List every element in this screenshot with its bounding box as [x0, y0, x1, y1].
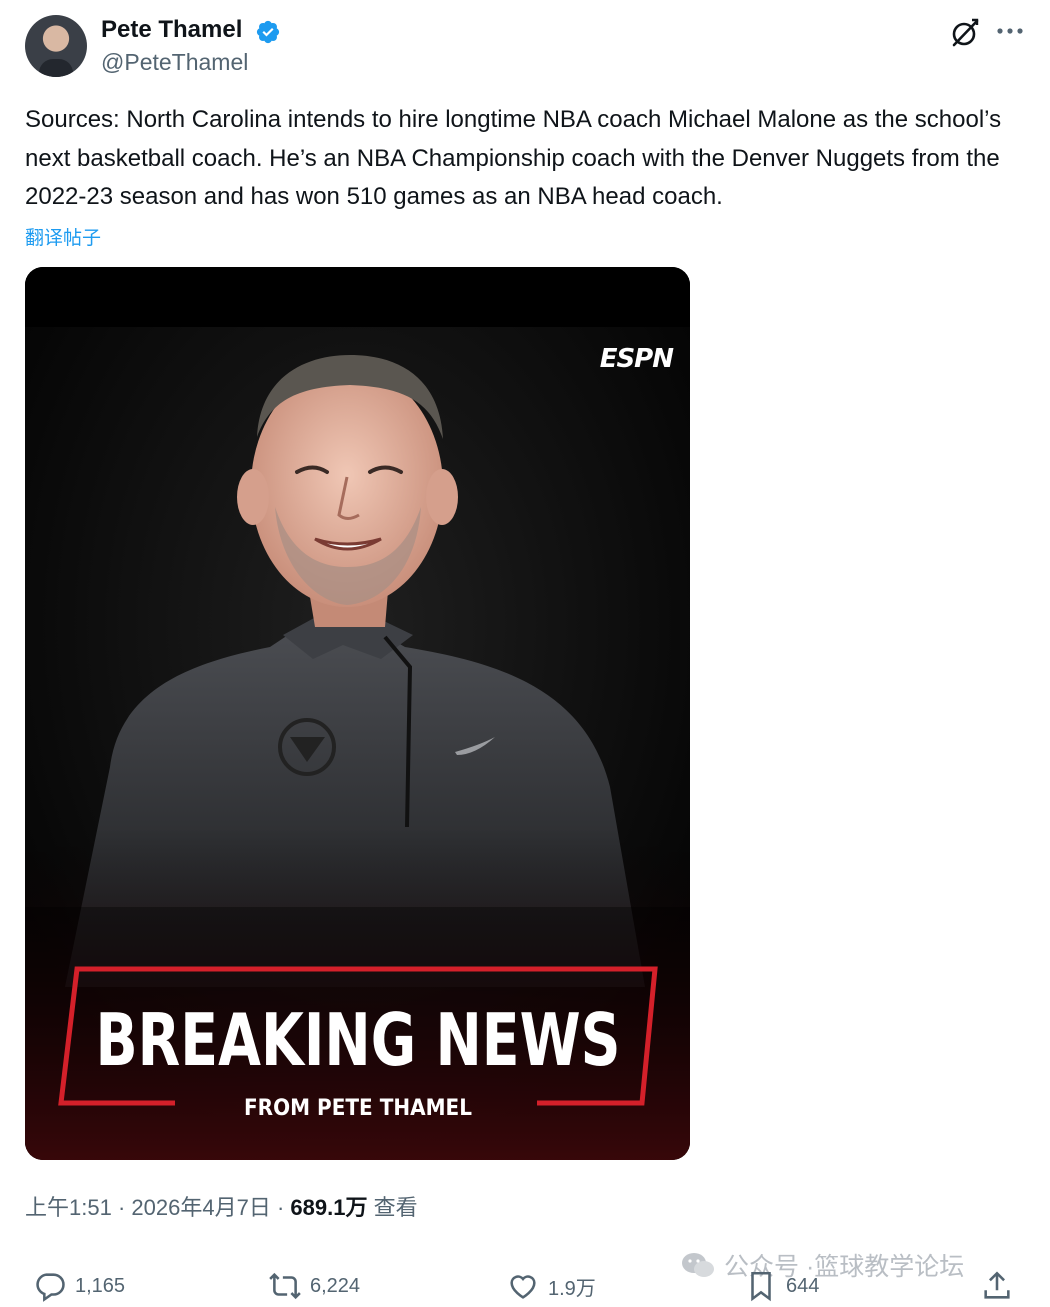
- reply-icon: [36, 1273, 65, 1302]
- reply-count: 1,165: [75, 1274, 126, 1297]
- post-text: Sources: North Carolina intends to hire …: [25, 106, 1002, 210]
- translate-post-link[interactable]: 翻译帖子: [25, 223, 101, 250]
- bookmark-button[interactable]: 644: [744, 1266, 819, 1306]
- author-name[interactable]: Pete Thamel: [101, 16, 242, 44]
- breaking-news-headline: BREAKING NEWS: [96, 998, 621, 1082]
- heart-icon: [510, 1275, 536, 1299]
- post-meta: 上午1:51 · 2026年4月7日 · 689.1万 查看: [25, 1195, 418, 1220]
- bookmark-count: 644: [786, 1274, 820, 1297]
- like-button[interactable]: 1.9万: [506, 1266, 596, 1306]
- post-image[interactable]: ESPN BREAKING NEWS FROM PETE THAMEL: [25, 267, 690, 1160]
- post-date[interactable]: 2026年4月7日: [131, 1195, 270, 1220]
- more-options-icon[interactable]: [994, 14, 1026, 48]
- bookmark-icon: [751, 1271, 771, 1302]
- reply-button[interactable]: 1,165: [33, 1266, 125, 1306]
- share-button[interactable]: [980, 1266, 1022, 1306]
- like-count: 1.9万: [548, 1277, 596, 1300]
- repost-button[interactable]: 6,224: [268, 1266, 360, 1306]
- post-time[interactable]: 上午1:51: [25, 1195, 112, 1220]
- action-bar: 1,165 6,224 1.9万 644: [0, 1266, 1050, 1306]
- views-count: 689.1万: [290, 1195, 368, 1220]
- views-label: 查看: [373, 1195, 418, 1220]
- repost-icon: [269, 1272, 301, 1300]
- grok-icon[interactable]: [948, 16, 982, 50]
- share-icon: [984, 1271, 1010, 1299]
- author-avatar[interactable]: [25, 15, 87, 77]
- espn-logo: ESPN: [600, 344, 675, 374]
- repost-count: 6,224: [310, 1274, 361, 1297]
- verified-badge-icon: [256, 20, 280, 44]
- breaking-news-subhead: FROM PETE THAMEL: [244, 1096, 472, 1121]
- author-handle[interactable]: @PeteThamel: [101, 49, 248, 76]
